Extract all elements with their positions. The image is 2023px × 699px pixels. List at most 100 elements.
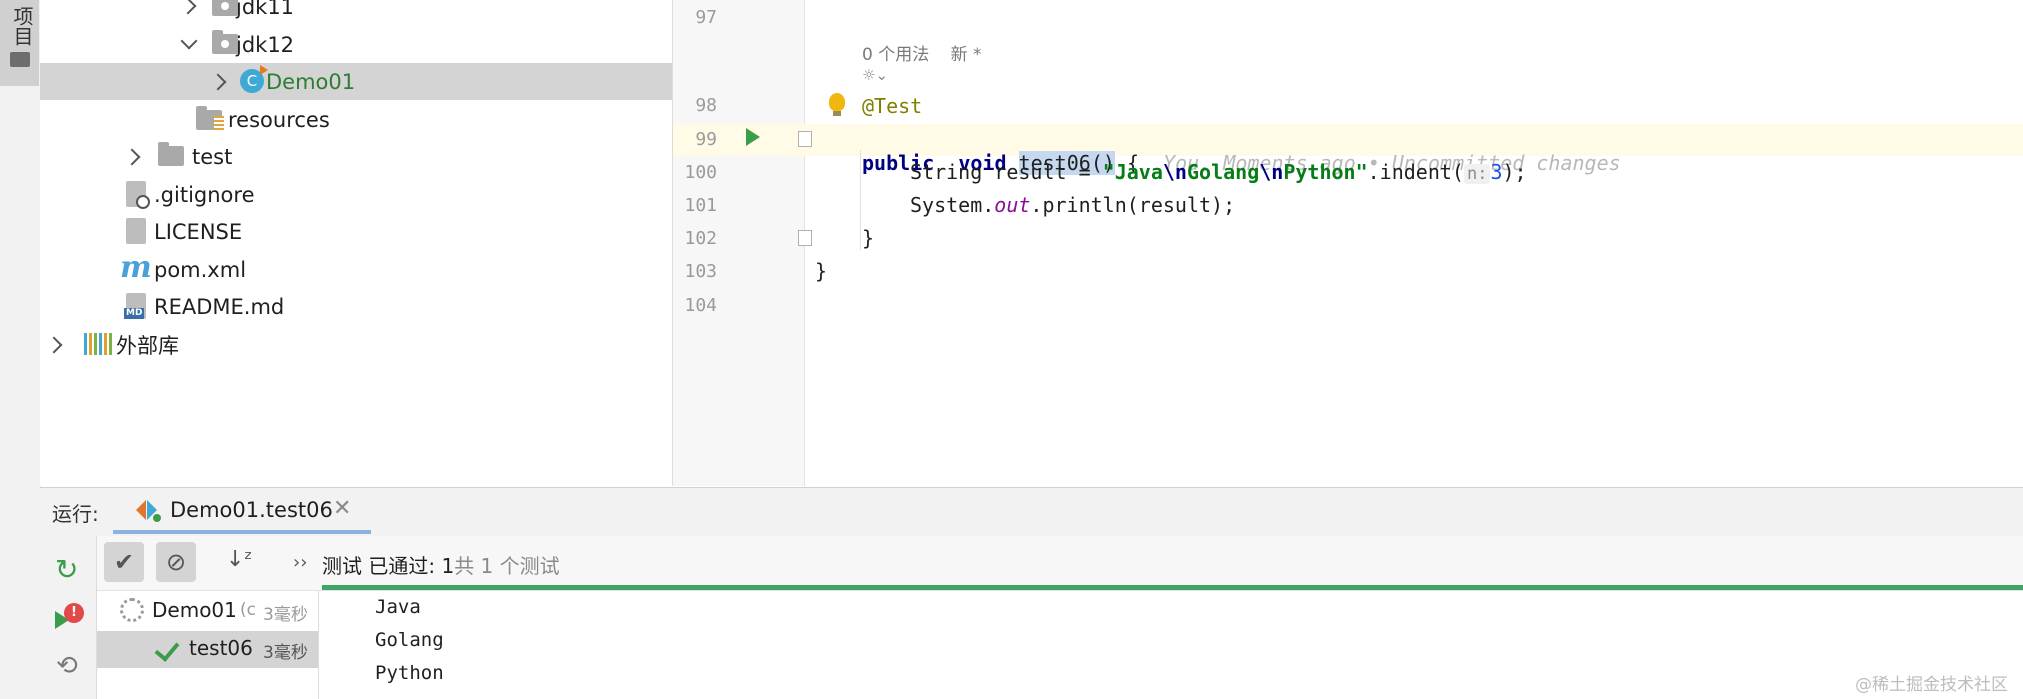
test-time: 3毫秒: [263, 605, 308, 625]
run-tab-title: Demo01.test06: [170, 498, 333, 522]
tree-item-resources[interactable]: resources: [40, 101, 672, 138]
author-icon[interactable]: ☼⌄: [862, 66, 888, 84]
chevron-right-icon[interactable]: [45, 336, 63, 354]
line-number: 102: [684, 228, 717, 249]
tree-item-readme[interactable]: MD README.md: [40, 288, 672, 325]
status-passed: 测试 已通过: 1: [322, 554, 455, 578]
run-label: 运行:: [52, 502, 99, 526]
console-output[interactable]: [319, 591, 2023, 699]
test-status: 测试 已通过: 1共 1 个测试: [322, 550, 560, 579]
sort-alphabetically-icon[interactable]: ↓ᶻ: [226, 547, 253, 572]
string-literal: "Java: [1102, 160, 1163, 184]
usage-count: 0 个用法: [862, 45, 930, 65]
show-ignored-button[interactable]: ⊘: [156, 542, 196, 582]
tree-item-external-libraries[interactable]: 外部库: [40, 326, 672, 363]
fold-icon[interactable]: [798, 230, 812, 246]
project-tool-tab[interactable]: 项目: [0, 0, 39, 86]
tree-item-license[interactable]: LICENSE: [40, 213, 672, 250]
line-number: 97: [695, 7, 717, 28]
project-tree: jdk11 jdk12 C Demo01 resources test .git…: [40, 0, 673, 486]
chevron-right-icon[interactable]: [123, 148, 141, 166]
tree-item-test[interactable]: test: [40, 138, 672, 175]
test-detail: (c: [240, 600, 256, 620]
test-name: Demo01: [152, 598, 237, 622]
type-name: String: [910, 160, 983, 184]
new-label: 新 *: [950, 45, 982, 65]
rerun-icon[interactable]: ↻: [55, 553, 78, 586]
watermark: @稀土掘金技术社区: [1855, 675, 2008, 695]
output-line: Golang: [375, 629, 444, 651]
markdown-file-icon: MD: [124, 293, 146, 319]
annotation: @Test: [862, 94, 923, 118]
tree-item-label: Demo01: [266, 69, 356, 94]
output-line: Python: [375, 662, 444, 684]
tree-item-jdk12[interactable]: jdk12: [40, 26, 672, 63]
test-name: test06: [189, 636, 253, 660]
text-file-icon: [126, 218, 146, 244]
toggle-auto-test-icon[interactable]: ⟲: [56, 651, 78, 681]
code-line-103: }: [815, 259, 828, 283]
code-text: System.: [910, 193, 995, 217]
left-tool-strip: [0, 0, 41, 699]
status-dot: [153, 514, 161, 522]
number-literal: 3: [1490, 160, 1503, 184]
code-line-101: System.out.println(result);: [910, 193, 1235, 217]
test-node-test06[interactable]: test06 3毫秒: [97, 631, 318, 668]
chevron-right-icon[interactable]: [179, 0, 197, 15]
loading-icon: [120, 598, 144, 622]
folder-icon: [158, 142, 184, 166]
ignore-file-icon: [126, 181, 150, 209]
run-test-icon[interactable]: [746, 128, 760, 146]
tree-item-label: test: [192, 144, 233, 169]
escape-seq: \n: [1259, 160, 1284, 184]
line-number: 101: [684, 195, 717, 216]
escape-seq: \n: [1162, 160, 1187, 184]
tree-item-label: README.md: [154, 294, 285, 319]
test-progress-bar: [322, 585, 2023, 590]
usage-hint[interactable]: 0 个用法 新 *: [862, 40, 982, 65]
project-tab-label: 项目: [10, 6, 34, 46]
lightbulb-icon[interactable]: [829, 93, 845, 116]
maven-icon: m: [120, 250, 152, 285]
tree-item-label: jdk11: [236, 0, 295, 19]
test-time: 3毫秒: [263, 643, 308, 663]
test-run-icon: [136, 500, 146, 520]
tree-item-label: pom.xml: [154, 257, 247, 282]
chevron-down-icon[interactable]: [180, 32, 198, 50]
tree-item-demo01[interactable]: C Demo01: [40, 63, 672, 100]
package-icon: [212, 0, 238, 16]
tree-item-label: resources: [228, 107, 330, 132]
library-icon: [84, 333, 114, 355]
resources-folder-icon: [196, 106, 224, 130]
tree-item-pom[interactable]: m pom.xml: [40, 251, 672, 288]
code-editor[interactable]: [805, 0, 2023, 486]
code-text: result =: [982, 160, 1103, 184]
chevron-right-icon[interactable]: [209, 73, 227, 91]
status-total: 共 1 个测试: [454, 554, 560, 578]
line-number: 99: [695, 129, 717, 150]
line-number: 100: [684, 162, 717, 183]
method-call: .indent(: [1367, 160, 1464, 184]
static-field: out: [994, 193, 1031, 217]
output-line: Java: [375, 596, 421, 618]
tree-item-jdk11[interactable]: jdk11: [40, 0, 672, 25]
code-line-102: }: [862, 226, 875, 250]
code-text: );: [1502, 160, 1527, 184]
active-tab-indicator: [113, 530, 371, 534]
line-number: 104: [684, 295, 717, 316]
parameter-hint: n:: [1463, 164, 1491, 184]
show-passed-button[interactable]: ✔: [104, 542, 144, 582]
code-line-100: String result = "Java\nGolang\nPython".i…: [910, 160, 1527, 184]
tree-item-label: .gitignore: [154, 182, 255, 207]
package-icon: [212, 30, 238, 54]
tree-item-label: 外部库: [116, 333, 179, 358]
more-actions-icon[interactable]: ››: [293, 552, 307, 573]
fold-icon[interactable]: [798, 131, 812, 147]
string-literal: Python": [1283, 160, 1368, 184]
tree-item-label: LICENSE: [154, 219, 243, 244]
close-icon[interactable]: ✕: [333, 496, 351, 521]
folder-icon: [10, 52, 30, 67]
tree-item-label: jdk12: [236, 32, 295, 57]
line-number: 103: [684, 261, 717, 282]
tree-item-gitignore[interactable]: .gitignore: [40, 176, 672, 213]
